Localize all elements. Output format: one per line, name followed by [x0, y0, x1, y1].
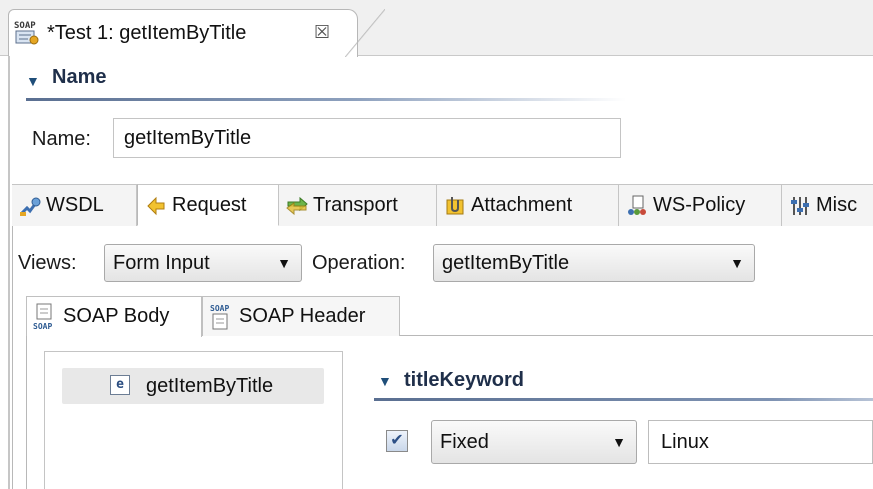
attachment-icon	[446, 197, 464, 215]
collapse-triangle-icon[interactable]: ▼	[26, 73, 40, 89]
name-section-title: Name	[52, 66, 107, 88]
dropdown-arrow-icon: ▼	[612, 434, 626, 450]
tab-label: Misc	[816, 194, 858, 216]
enable-checkbox[interactable]: ✔	[386, 430, 408, 452]
tab-label: Transport	[313, 194, 398, 216]
dropdown-arrow-icon: ▼	[730, 255, 744, 271]
soap-test-editor: SOAP *Test 1: getItemByTitle ☒ ▼ Name Na…	[0, 0, 873, 489]
name-label: Name:	[32, 128, 91, 150]
tab-transport[interactable]: Transport	[279, 184, 437, 226]
operation-selected-value: getItemByTitle	[442, 252, 570, 274]
editor-left-border	[8, 56, 10, 489]
body-panel-border	[26, 336, 27, 489]
editor-tab-title: *Test 1: getItemByTitle	[47, 22, 247, 44]
ws-policy-icon	[628, 195, 646, 215]
editor-tab-bar: SOAP *Test 1: getItemByTitle ☒	[0, 0, 873, 57]
main-tab-row: WSDL Request Transport Attachment WS-Pol…	[12, 184, 873, 226]
element-icon: e	[110, 375, 130, 395]
tab-soap-body[interactable]: SOAP SOAP Body	[26, 296, 202, 337]
name-section-header[interactable]: ▼ Name	[26, 66, 626, 98]
operation-label: Operation:	[312, 252, 406, 274]
soap-header-icon: SOAP	[210, 304, 229, 330]
soap-body-icon: SOAP	[33, 303, 52, 331]
title-keyword-value-field[interactable]	[648, 420, 873, 464]
svg-text:SOAP: SOAP	[210, 304, 229, 313]
operation-select[interactable]: getItemByTitle ▼	[433, 244, 755, 282]
tree-item-label: getItemByTitle	[146, 375, 274, 397]
tab-ws-policy[interactable]: WS-Policy	[619, 184, 782, 226]
views-label: Views:	[18, 252, 77, 274]
tab-label: SOAP Body	[63, 305, 170, 327]
tab-wsdl[interactable]: WSDL	[12, 184, 137, 226]
tab-label: SOAP Header	[239, 305, 366, 327]
misc-icon	[791, 197, 809, 215]
transport-icon	[286, 196, 308, 216]
tab-label: Attachment	[471, 194, 573, 216]
title-keyword-title: titleKeyword	[404, 369, 525, 391]
svg-text:SOAP: SOAP	[33, 322, 52, 331]
collapse-triangle-icon[interactable]: ▼	[378, 373, 392, 389]
tab-label: WSDL	[46, 194, 104, 216]
checkmark-icon: ✔	[390, 432, 404, 449]
tab-misc[interactable]: Misc	[782, 184, 873, 226]
svg-text:SOAP: SOAP	[14, 21, 36, 31]
tab-label: WS-Policy	[653, 194, 746, 216]
dropdown-arrow-icon: ▼	[277, 255, 291, 271]
views-select[interactable]: Form Input ▼	[104, 244, 302, 282]
request-icon	[147, 196, 165, 216]
mode-selected-value: Fixed	[440, 431, 489, 453]
wsdl-icon	[19, 197, 41, 216]
tree-item-getitembytitle[interactable]: e getItemByTitle	[62, 368, 324, 404]
soap-icon: SOAP	[14, 21, 39, 45]
editor-tab-test1[interactable]: SOAP *Test 1: getItemByTitle ☒	[8, 9, 385, 57]
title-keyword-divider	[374, 398, 873, 401]
mode-select[interactable]: Fixed ▼	[431, 420, 637, 464]
name-field[interactable]	[113, 118, 621, 158]
name-section-divider	[26, 98, 626, 101]
close-icon[interactable]: ☒	[314, 22, 330, 43]
tab-attachment[interactable]: Attachment	[437, 184, 619, 226]
body-header-tab-row: SOAP SOAP Body SOAP SOAP Header	[26, 296, 873, 337]
tab-label: Request	[172, 194, 247, 216]
tab-soap-header[interactable]: SOAP SOAP Header	[202, 296, 400, 336]
tab-request[interactable]: Request	[137, 184, 279, 226]
views-selected-value: Form Input	[113, 252, 210, 274]
